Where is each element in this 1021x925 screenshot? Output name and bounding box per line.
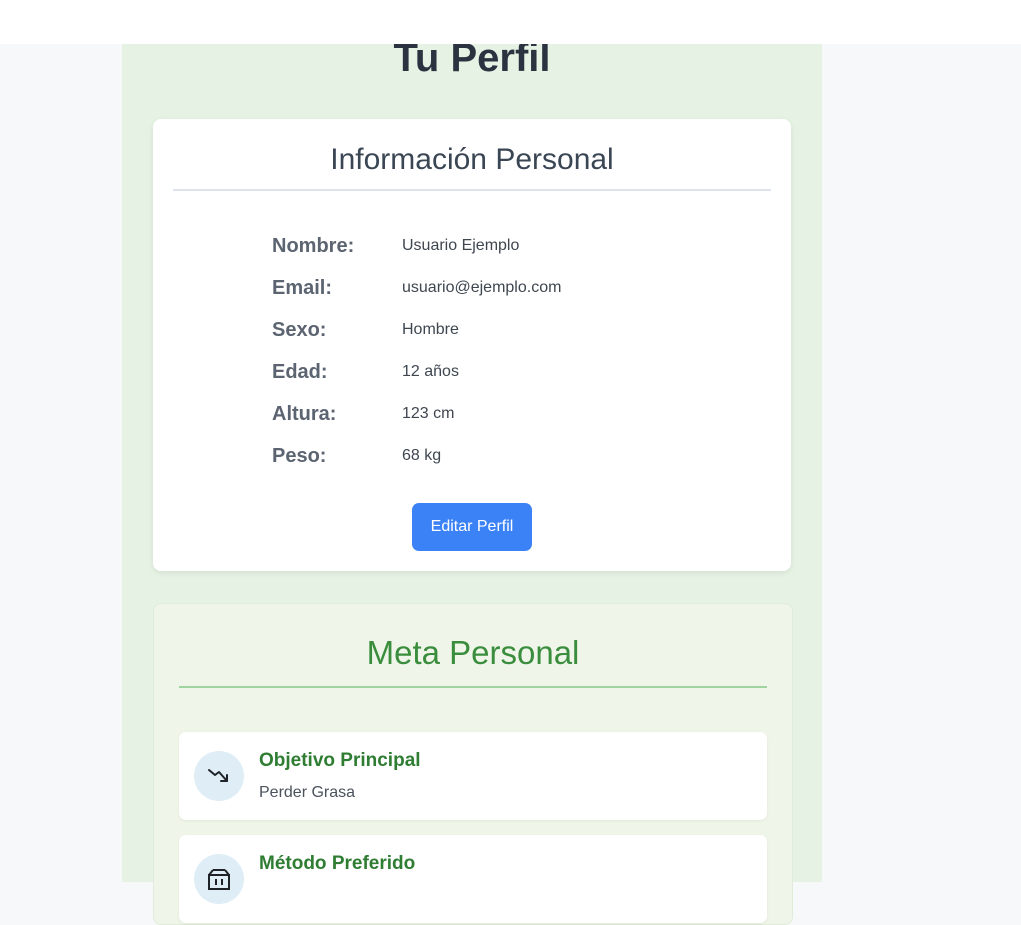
personal-info-card: Información Personal Nombre: Usuario Eje… bbox=[153, 119, 791, 571]
info-row-sex: Sexo: Hombre bbox=[272, 319, 712, 349]
info-label: Altura: bbox=[272, 403, 337, 425]
info-value: 123 cm bbox=[402, 405, 455, 422]
info-row-weight: Peso: 68 kg bbox=[272, 445, 712, 475]
divider bbox=[173, 189, 771, 191]
info-row-name: Nombre: Usuario Ejemplo bbox=[272, 235, 712, 265]
goal-item-method: Método Preferido bbox=[179, 835, 767, 923]
info-label: Nombre: bbox=[272, 235, 355, 257]
info-row-email: Email: usuario@ejemplo.com bbox=[272, 277, 712, 307]
goal-item-title: Objetivo Principal bbox=[259, 750, 421, 771]
info-value: 68 kg bbox=[402, 447, 442, 464]
info-label: Edad: bbox=[272, 361, 328, 383]
goal-heading: Meta Personal bbox=[366, 634, 580, 671]
info-label: Peso: bbox=[272, 445, 327, 467]
goal-item-value: Perder Grasa bbox=[259, 784, 356, 801]
gym-icon bbox=[194, 854, 244, 904]
info-value: usuario@ejemplo.com bbox=[402, 279, 562, 296]
info-value: Hombre bbox=[402, 321, 459, 338]
info-value: Usuario Ejemplo bbox=[402, 237, 520, 254]
trending-down-icon bbox=[194, 751, 244, 801]
info-row-height: Altura: 123 cm bbox=[272, 403, 712, 433]
profile-panel: Tu Perfil Información Personal Nombre: U… bbox=[122, 0, 822, 925]
info-label: Email: bbox=[272, 277, 333, 299]
info-label: Sexo: bbox=[272, 319, 327, 341]
goal-card: Meta Personal Objetivo Principal Perder … bbox=[153, 603, 793, 925]
personal-info-heading: Información Personal bbox=[330, 143, 614, 176]
info-value: 12 años bbox=[402, 363, 459, 380]
top-bar bbox=[0, 0, 1021, 44]
goal-item-objective: Objetivo Principal Perder Grasa bbox=[179, 732, 767, 820]
divider bbox=[179, 686, 767, 688]
edit-profile-button[interactable]: Editar Perfil bbox=[412, 503, 532, 551]
goal-item-title: Método Preferido bbox=[259, 853, 416, 874]
info-row-age: Edad: 12 años bbox=[272, 361, 712, 391]
